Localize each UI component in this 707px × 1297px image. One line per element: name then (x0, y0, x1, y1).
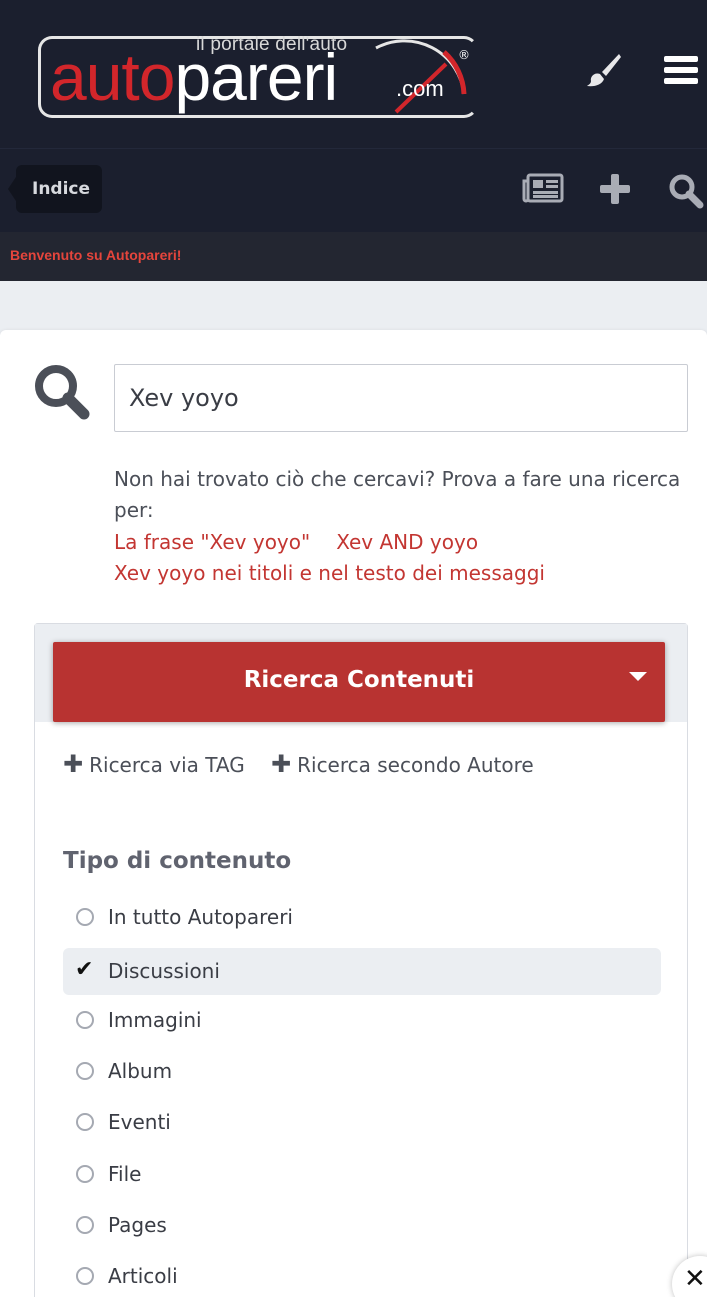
suggestion-titles-link[interactable]: Xev yoyo nei titoli e nel testo dei mess… (114, 561, 545, 585)
search-suggestions: La frase "Xev yoyo" Xev AND yoyo Xev yoyo… (114, 527, 688, 589)
search-hint: Non hai trovato ciò che cercavi? Prova a… (114, 467, 681, 522)
content-type-option[interactable]: Album (63, 1048, 661, 1095)
logo-wordmark: autopareri (50, 40, 338, 114)
search-by-author-label: Ricerca secondo Autore (297, 753, 534, 777)
search-by-author-link[interactable]: ✚ Ricerca secondo Autore (271, 750, 534, 778)
welcome-announcement: Benvenuto su Autopareri! (0, 232, 707, 281)
content-type-option[interactable]: Immagini (63, 997, 661, 1044)
menu-icon[interactable] (664, 54, 698, 90)
search-by-tag-link[interactable]: ✚ Ricerca via TAG (63, 750, 245, 778)
logo-dotcom: .com (396, 76, 444, 101)
content-type-option[interactable]: Pages (63, 1202, 661, 1249)
search-icon[interactable] (668, 173, 704, 213)
suggestion-and-link[interactable]: Xev AND yoyo (336, 530, 478, 554)
content-type-option-selected[interactable]: ✔ Discussioni (63, 948, 661, 995)
option-label: Eventi (108, 1110, 171, 1134)
close-icon: ✕ (684, 1264, 706, 1294)
main-nav: Indice (0, 148, 707, 232)
search-content-label: Ricerca Contenuti (243, 667, 475, 693)
radio-unchecked-icon (76, 1165, 94, 1183)
option-label: Pages (108, 1213, 167, 1237)
nav-tab-indice[interactable]: Indice (8, 165, 102, 213)
radio-unchecked-icon (76, 1062, 94, 1080)
logo-word-pareri: pareri (174, 40, 338, 114)
search-icon (32, 362, 90, 424)
autopareri-logo[interactable]: il portale dell'auto autopareri .com ® (36, 14, 478, 124)
logo-word-auto: auto (50, 40, 175, 114)
option-label: Discussioni (108, 959, 220, 983)
plus-icon: ✚ (63, 750, 84, 778)
content-type-title: Tipo di contenuto (63, 848, 292, 874)
content-type-option[interactable]: Eventi (63, 1099, 661, 1146)
option-label: In tutto Autopareri (108, 905, 293, 929)
panel-header: Ricerca Contenuti (35, 624, 687, 722)
search-results-card: Non hai trovato ciò che cercavi? Prova a… (0, 330, 707, 1297)
site-header: il portale dell'auto autopareri .com ® (0, 0, 707, 148)
search-content-button[interactable]: Ricerca Contenuti (53, 642, 665, 722)
plus-icon: ✚ (271, 750, 292, 778)
content-type-option[interactable]: File (63, 1151, 661, 1198)
suggestion-phrase-link[interactable]: La frase "Xev yoyo" (114, 530, 310, 554)
announcement-text[interactable]: Benvenuto su Autopareri! (10, 247, 181, 263)
search-by-tag-label: Ricerca via TAG (89, 753, 245, 777)
option-label: Album (108, 1059, 173, 1083)
paintbrush-icon[interactable] (586, 52, 622, 92)
radio-unchecked-icon (76, 1216, 94, 1234)
option-label: Articoli (108, 1264, 178, 1288)
newspaper-icon[interactable] (522, 173, 564, 207)
content-type-option[interactable]: Articoli (63, 1253, 661, 1297)
checkmark-icon: ✔ (75, 957, 94, 982)
content-type-option[interactable]: In tutto Autopareri (63, 894, 661, 941)
search-filters-panel: Ricerca Contenuti ✚ Ricerca via TAG ✚ Rice… (34, 623, 688, 1297)
radio-unchecked-icon (76, 1011, 94, 1029)
radio-unchecked-icon (76, 1113, 94, 1131)
radio-unchecked-icon (76, 908, 94, 926)
plus-icon[interactable] (600, 174, 630, 208)
search-input[interactable] (114, 364, 688, 432)
radio-unchecked-icon (76, 1267, 94, 1285)
option-label: Immagini (108, 1008, 202, 1032)
caret-down-icon (629, 672, 647, 681)
option-label: File (108, 1162, 142, 1186)
logo-registered-mark: ® (458, 48, 470, 62)
